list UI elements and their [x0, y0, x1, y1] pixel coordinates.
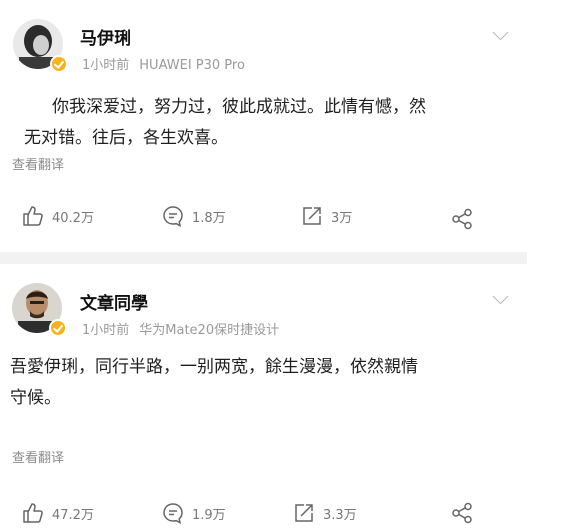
post-content-line: 无对错。往后，各生欢喜。 [24, 128, 228, 148]
post-content: 你我深爱过，努力过，彼此成就过。此情有憾，然 无对错。往后，各生欢喜。 [24, 92, 426, 154]
post-time: 1小时前 [82, 323, 130, 338]
like-count: 40.2万 [52, 210, 94, 226]
weibo-post: 文章同學 1小时前 华为Mate20保时捷设计 吾愛伊琍，同行半路，一别两宽，餘生… [0, 264, 527, 531]
share-button[interactable] [451, 208, 481, 230]
comment-icon [163, 503, 183, 524]
post-device[interactable]: HUAWEI P30 Pro [139, 58, 245, 73]
post-username[interactable]: 马伊琍 [80, 24, 131, 49]
verified-badge-icon [50, 55, 68, 73]
comment-count: 1.8万 [192, 210, 226, 226]
repost-icon [303, 207, 321, 225]
like-count: 47.2万 [52, 507, 94, 523]
post-content-line: 守候。 [10, 388, 61, 408]
comment-count: 1.9万 [192, 507, 226, 523]
post-content-line: 吾愛伊琍，同行半路，一别两宽，餘生漫漫，依然親情 [10, 357, 418, 377]
repost-icon [295, 504, 313, 522]
share-icon [452, 208, 472, 230]
repost-count: 3万 [331, 210, 353, 226]
post-meta: 1小时前 华为Mate20保时捷设计 [82, 319, 279, 338]
translate-link[interactable]: 查看翻译 [12, 154, 64, 173]
thumbs-up-icon [23, 503, 43, 523]
post-time: 1小时前 [82, 58, 130, 73]
comment-icon [163, 206, 183, 227]
post-content: 吾愛伊琍，同行半路，一别两宽，餘生漫漫，依然親情 守候。 [10, 352, 418, 414]
post-content-line: 你我深爱过，努力过，彼此成就过。此情有憾，然 [52, 97, 426, 117]
post-device[interactable]: 华为Mate20保时捷设计 [139, 323, 279, 338]
like-button[interactable]: 47.2万 [22, 502, 94, 524]
chevron-down-icon[interactable] [492, 288, 509, 305]
comment-button[interactable]: 1.8万 [162, 205, 226, 227]
post-username[interactable]: 文章同學 [80, 289, 148, 314]
thumbs-up-icon [23, 206, 43, 226]
comment-button[interactable]: 1.9万 [162, 502, 226, 524]
repost-button[interactable]: 3.3万 [293, 502, 357, 524]
chevron-down-icon[interactable] [492, 24, 509, 41]
verified-badge-icon [49, 319, 67, 337]
post-meta: 1小时前 HUAWEI P30 Pro [82, 54, 245, 73]
repost-count: 3.3万 [323, 507, 357, 523]
post-separator [0, 252, 527, 264]
translate-link[interactable]: 查看翻译 [12, 447, 64, 466]
share-button[interactable] [451, 502, 481, 524]
share-icon [452, 502, 472, 524]
weibo-post: 马伊琍 1小时前 HUAWEI P30 Pro 你我深爱过，努力过，彼此成就过。此… [0, 0, 527, 252]
repost-button[interactable]: 3万 [301, 205, 352, 227]
like-button[interactable]: 40.2万 [22, 205, 94, 227]
right-margin [527, 0, 586, 531]
